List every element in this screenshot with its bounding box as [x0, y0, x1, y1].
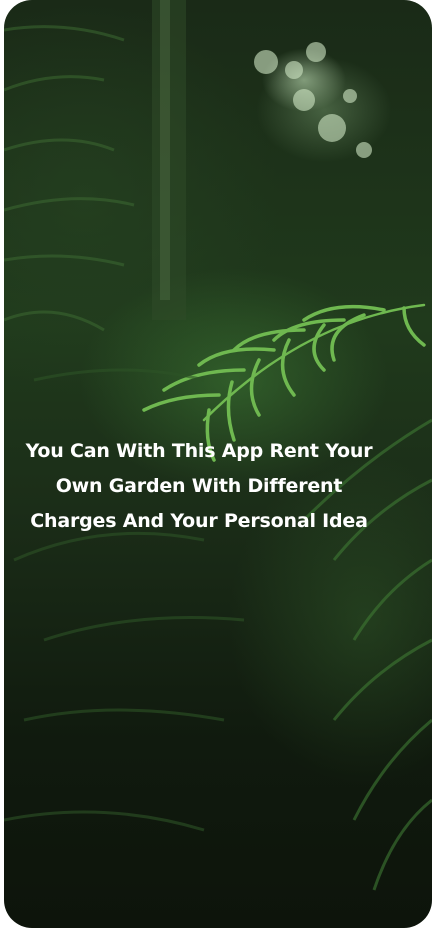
- caption-line-1: You Can With This App Rent Your: [25, 440, 373, 462]
- onboarding-screen: You Can With This App Rent Your Own Gard…: [4, 0, 432, 928]
- caption-line-3: Charges And Your Personal Idea: [30, 510, 368, 532]
- onboarding-caption: You Can With This App Rent Your Own Gard…: [4, 434, 394, 539]
- caption-line-2: Own Garden With Different: [55, 475, 343, 497]
